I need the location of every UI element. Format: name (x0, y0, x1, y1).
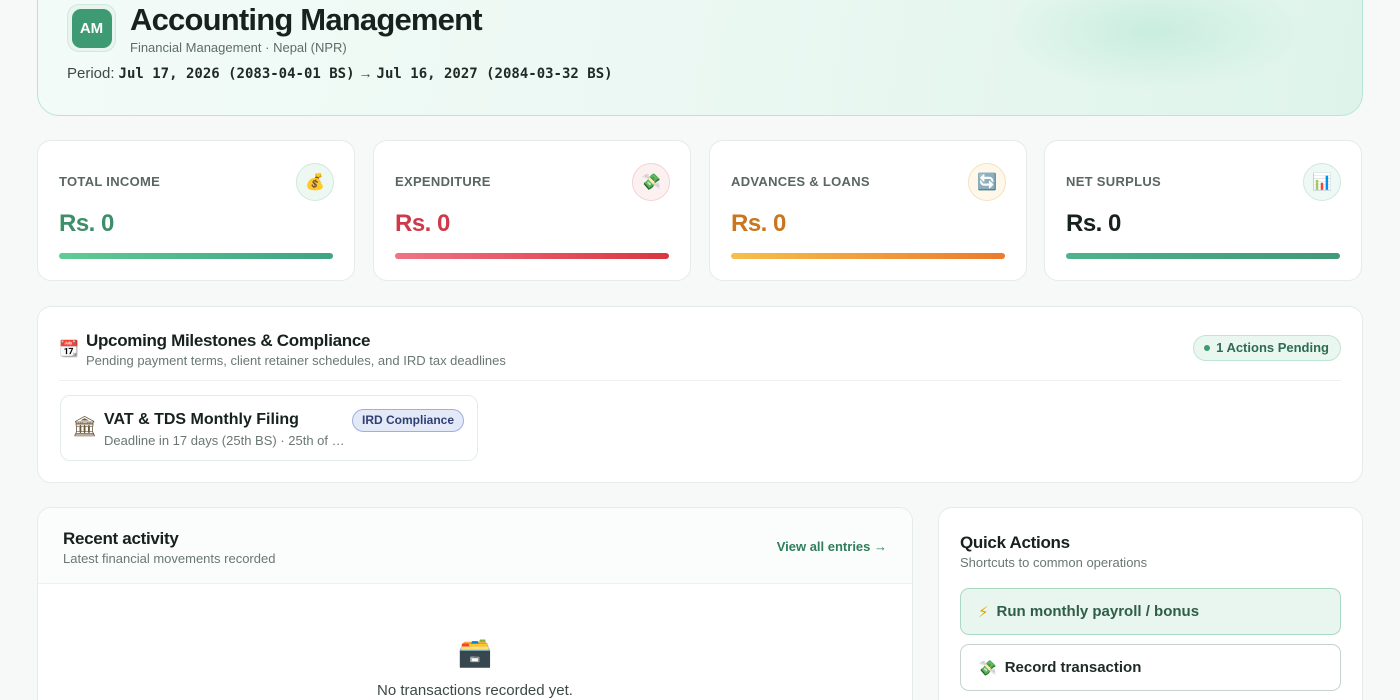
recent-activity-title: Recent activity (63, 529, 179, 548)
stat-value: Rs. 0 (59, 210, 114, 237)
stat-card-net-surplus: NET SURPLUS 📊 Rs. 0 (1044, 140, 1362, 281)
milestone-item-title: VAT & TDS Monthly Filing (104, 411, 299, 428)
stat-card-total-income: TOTAL INCOME 💰 Rs. 0 (37, 140, 355, 281)
stat-label: NET SURPLUS (1066, 174, 1162, 189)
milestones-subtitle: Pending payment terms, client retainer s… (86, 353, 506, 368)
stat-label: EXPENDITURE (395, 174, 491, 189)
banner-glow (1002, 0, 1302, 91)
pending-badge[interactable]: 1 Actions Pending (1193, 335, 1341, 361)
view-all-entries-link[interactable]: View all entries → (777, 539, 887, 554)
calendar-icon: 📆 (59, 341, 79, 358)
quick-actions-panel: Quick Actions Shortcuts to common operat… (938, 507, 1363, 700)
refresh-icon: 🔄 (968, 163, 1006, 201)
quick-actions-subtitle: Shortcuts to common operations (960, 555, 1148, 570)
milestones-panel: 📆 Upcoming Milestones & Compliance Pendi… (37, 306, 1363, 483)
stat-bar (59, 253, 333, 259)
record-transaction-button[interactable]: 💸 Record transaction (960, 644, 1341, 691)
compliance-tag: IRD Compliance (351, 409, 464, 432)
lightning-icon: ⚡ (978, 603, 989, 621)
stat-bar (731, 253, 1005, 259)
stat-bar (395, 253, 669, 259)
milestones-title: Upcoming Milestones & Compliance (86, 331, 371, 350)
period-end: Jul 16, 2027 (2084-03-32 BS) (376, 66, 613, 82)
milestone-item[interactable]: 🏛 VAT & TDS Monthly Filing Deadline in 1… (60, 395, 478, 461)
stat-value: Rs. 0 (1066, 210, 1121, 237)
empty-state-text: No transactions recorded yet. (377, 682, 573, 699)
bar-chart-icon: 📊 (1303, 163, 1341, 201)
stat-label: ADVANCES & LOANS (731, 174, 870, 189)
bank-icon: 🏛 (72, 416, 98, 438)
stat-bar (1066, 253, 1340, 259)
page-title: Accounting Management (130, 2, 483, 37)
card-file-box-icon: 🗃️ (457, 637, 493, 668)
recent-activity-panel: Recent activity Latest financial movemen… (37, 507, 913, 700)
stat-value: Rs. 0 (731, 210, 786, 237)
recent-activity-header: Recent activity Latest financial movemen… (38, 508, 912, 584)
record-transaction-label: Record transaction (1004, 659, 1142, 676)
stat-value: Rs. 0 (395, 210, 450, 237)
run-payroll-label: Run monthly payroll / bonus (996, 603, 1200, 620)
stat-card-expenditure: EXPENDITURE 💸 Rs. 0 (373, 140, 691, 281)
milestone-item-subtitle: Deadline in 17 days (25th BS) · 25th of … (104, 433, 349, 448)
run-payroll-button[interactable]: ⚡ Run monthly payroll / bonus (960, 588, 1341, 635)
money-wings-icon: 💸 (978, 659, 997, 677)
period-start: Jul 17, 2026 (2083-04-01 BS) (118, 66, 355, 82)
period-label: Period: (67, 65, 115, 82)
quick-actions-title: Quick Actions (960, 533, 1070, 552)
status-dot-icon (1204, 345, 1211, 351)
money-bag-icon: 💰 (296, 163, 334, 201)
pending-badge-label: 1 Actions Pending (1216, 340, 1329, 355)
page-subtitle: Financial Management · Nepal (NPR) (130, 40, 347, 55)
stat-card-advances-loans: ADVANCES & LOANS 🔄 Rs. 0 (709, 140, 1027, 281)
app-logo: AM (67, 4, 116, 52)
stat-label: TOTAL INCOME (59, 174, 161, 189)
recent-activity-subtitle: Latest financial movements recorded (63, 551, 276, 566)
arrow-right-icon: → (358, 65, 373, 81)
divider (59, 380, 1341, 381)
period-range: Period: Jul 17, 2026 (2083-04-01 BS) → J… (67, 65, 613, 82)
logo-text: AM (71, 8, 112, 48)
money-wings-icon: 💸 (632, 163, 670, 201)
